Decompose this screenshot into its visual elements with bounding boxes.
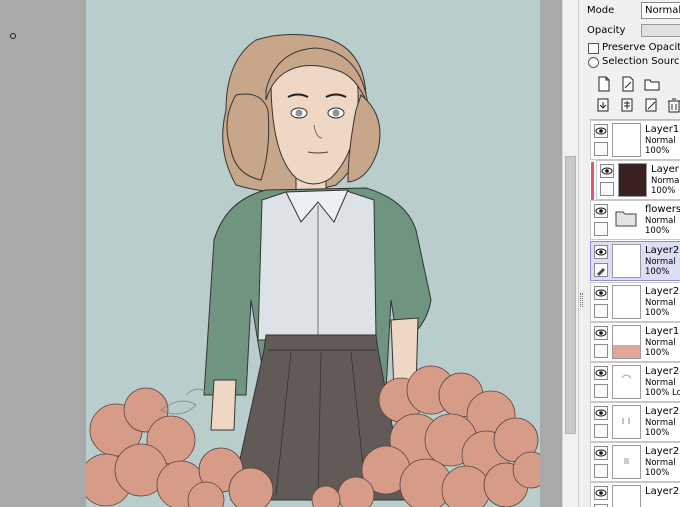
layer-opacity: 100% xyxy=(645,428,670,438)
layer-name: Layer21 xyxy=(645,486,680,497)
layer-mode: Normal xyxy=(645,216,676,226)
new-layer-icon[interactable] xyxy=(596,76,612,92)
layer-mode: Normal xyxy=(651,176,680,186)
layer-thumbnail xyxy=(612,244,641,278)
new-linework-layer-icon[interactable] xyxy=(620,76,636,92)
opacity-slider[interactable] xyxy=(641,24,680,37)
layer-opacity: 100% xyxy=(645,146,670,156)
preserve-opacity-label: Preserve Opacity xyxy=(602,42,680,53)
opacity-label: Opacity xyxy=(587,25,626,36)
visibility-eye-icon[interactable] xyxy=(594,124,608,138)
layer-opacity: 100% xyxy=(651,186,676,196)
lock-checkbox[interactable] xyxy=(594,304,608,318)
lock-checkbox[interactable] xyxy=(594,222,608,236)
layer-opacity: 100% xyxy=(645,267,670,277)
layer-opacity: 100% xyxy=(645,308,670,318)
layer-opacity: 100% xyxy=(645,348,670,358)
workspace-left xyxy=(0,0,86,507)
layer-mode: Normal xyxy=(645,458,676,468)
lock-checkbox[interactable] xyxy=(594,344,608,358)
lock-checkbox[interactable] xyxy=(594,424,608,438)
layer-opacity: 100% xyxy=(645,468,670,478)
layer-name: Layer12 xyxy=(645,124,680,135)
layer-thumbnail xyxy=(612,405,641,439)
visibility-eye-icon[interactable] xyxy=(594,204,608,218)
visibility-eye-icon[interactable] xyxy=(594,446,608,460)
visibility-eye-icon[interactable] xyxy=(594,406,608,420)
layer-name: Layer25 xyxy=(645,286,680,297)
layer-thumbnail xyxy=(612,445,641,479)
layer-name: Layer1 xyxy=(651,164,680,175)
layer-mode: Normal xyxy=(645,298,676,308)
layer-row[interactable]: flowers Normal 100% xyxy=(590,200,680,240)
lock-checkbox[interactable] xyxy=(594,142,608,156)
layer-name: Layer18 xyxy=(645,326,680,337)
scrollbar-thumb[interactable] xyxy=(565,156,576,434)
clear-layer-icon[interactable] xyxy=(644,97,660,113)
mode-label: Mode xyxy=(587,5,615,16)
drawing-canvas[interactable] xyxy=(86,0,540,507)
layer-thumbnail xyxy=(612,485,641,507)
layer-thumbnail xyxy=(618,163,647,197)
visibility-eye-icon[interactable] xyxy=(600,164,614,178)
merge-down-icon[interactable] xyxy=(620,97,636,113)
layer-name: Layer22 xyxy=(645,446,680,457)
visibility-eye-icon[interactable] xyxy=(594,486,608,500)
layer-mode: Normal xyxy=(645,257,676,267)
layer-name: Layer24 xyxy=(645,366,680,377)
layer-row[interactable]: Layer12 Normal 100% xyxy=(590,120,680,160)
layer-row[interactable]: Layer18 Normal 100% xyxy=(590,322,680,362)
layer-name: Layer23 xyxy=(645,406,680,417)
brush-cursor-icon xyxy=(10,33,16,39)
brush-icon[interactable] xyxy=(594,263,608,277)
layer-mode: Normal xyxy=(645,378,676,388)
layer-row[interactable]: Layer21 xyxy=(590,482,680,507)
layer-thumbnail xyxy=(612,123,641,157)
layer-opacity: 100% Lo xyxy=(645,388,680,398)
visibility-eye-icon[interactable] xyxy=(594,326,608,340)
left-arm xyxy=(210,379,237,431)
layer-row[interactable]: Layer1 Normal 100% xyxy=(591,160,680,200)
transfer-down-icon[interactable] xyxy=(596,97,612,113)
workspace-right xyxy=(540,0,562,507)
paint-tool-window: Mode Normal Opacity Preserve Opacity Sel… xyxy=(0,0,680,507)
layer-row[interactable]: Layer22 Normal 100% xyxy=(590,442,680,482)
shirt xyxy=(257,189,377,341)
new-folder-icon[interactable] xyxy=(644,76,660,92)
layer-mode: Normal xyxy=(645,338,676,348)
layer-suffix: Lo xyxy=(672,388,680,398)
clipping-marker xyxy=(591,162,594,200)
layer-opacity: 100% xyxy=(645,226,670,236)
layer-thumbnail xyxy=(612,325,641,359)
illustration xyxy=(86,33,540,507)
layer-row[interactable]: Layer24 Normal 100% Lo xyxy=(590,362,680,402)
layer-mode: Normal xyxy=(645,418,676,428)
layer-row[interactable]: Layer25 Normal 100% xyxy=(590,282,680,322)
canvas-vertical-scrollbar[interactable] xyxy=(562,0,578,507)
layer-name: Layer26 xyxy=(645,245,680,256)
layer-thumbnail xyxy=(612,365,641,399)
selection-source-radio[interactable] xyxy=(588,57,599,68)
visibility-eye-icon[interactable] xyxy=(594,286,608,300)
visibility-eye-icon[interactable] xyxy=(594,245,608,259)
layers-list[interactable]: Layer12 Normal 100% Layer1 Normal 100% xyxy=(590,119,680,507)
layer-row[interactable]: Layer23 Normal 100% xyxy=(590,402,680,442)
folder-icon xyxy=(615,209,637,227)
lock-checkbox[interactable] xyxy=(594,384,608,398)
layer-name: flowers xyxy=(645,204,680,215)
layer-panel: Mode Normal Opacity Preserve Opacity Sel… xyxy=(584,0,680,507)
lock-checkbox[interactable] xyxy=(600,182,614,196)
preserve-opacity-checkbox[interactable] xyxy=(588,43,599,54)
layer-thumbnail xyxy=(612,285,641,319)
delete-layer-icon[interactable] xyxy=(666,97,680,113)
visibility-eye-icon[interactable] xyxy=(594,366,608,380)
blend-mode-select[interactable]: Normal xyxy=(641,2,680,19)
layer-mode: Normal xyxy=(645,136,676,146)
layer-row-selected[interactable]: Layer26 Normal 100% xyxy=(590,241,680,281)
lock-checkbox[interactable] xyxy=(594,464,608,478)
selection-source-label: Selection Source xyxy=(602,56,680,67)
splitter-grip-icon[interactable] xyxy=(580,293,583,307)
